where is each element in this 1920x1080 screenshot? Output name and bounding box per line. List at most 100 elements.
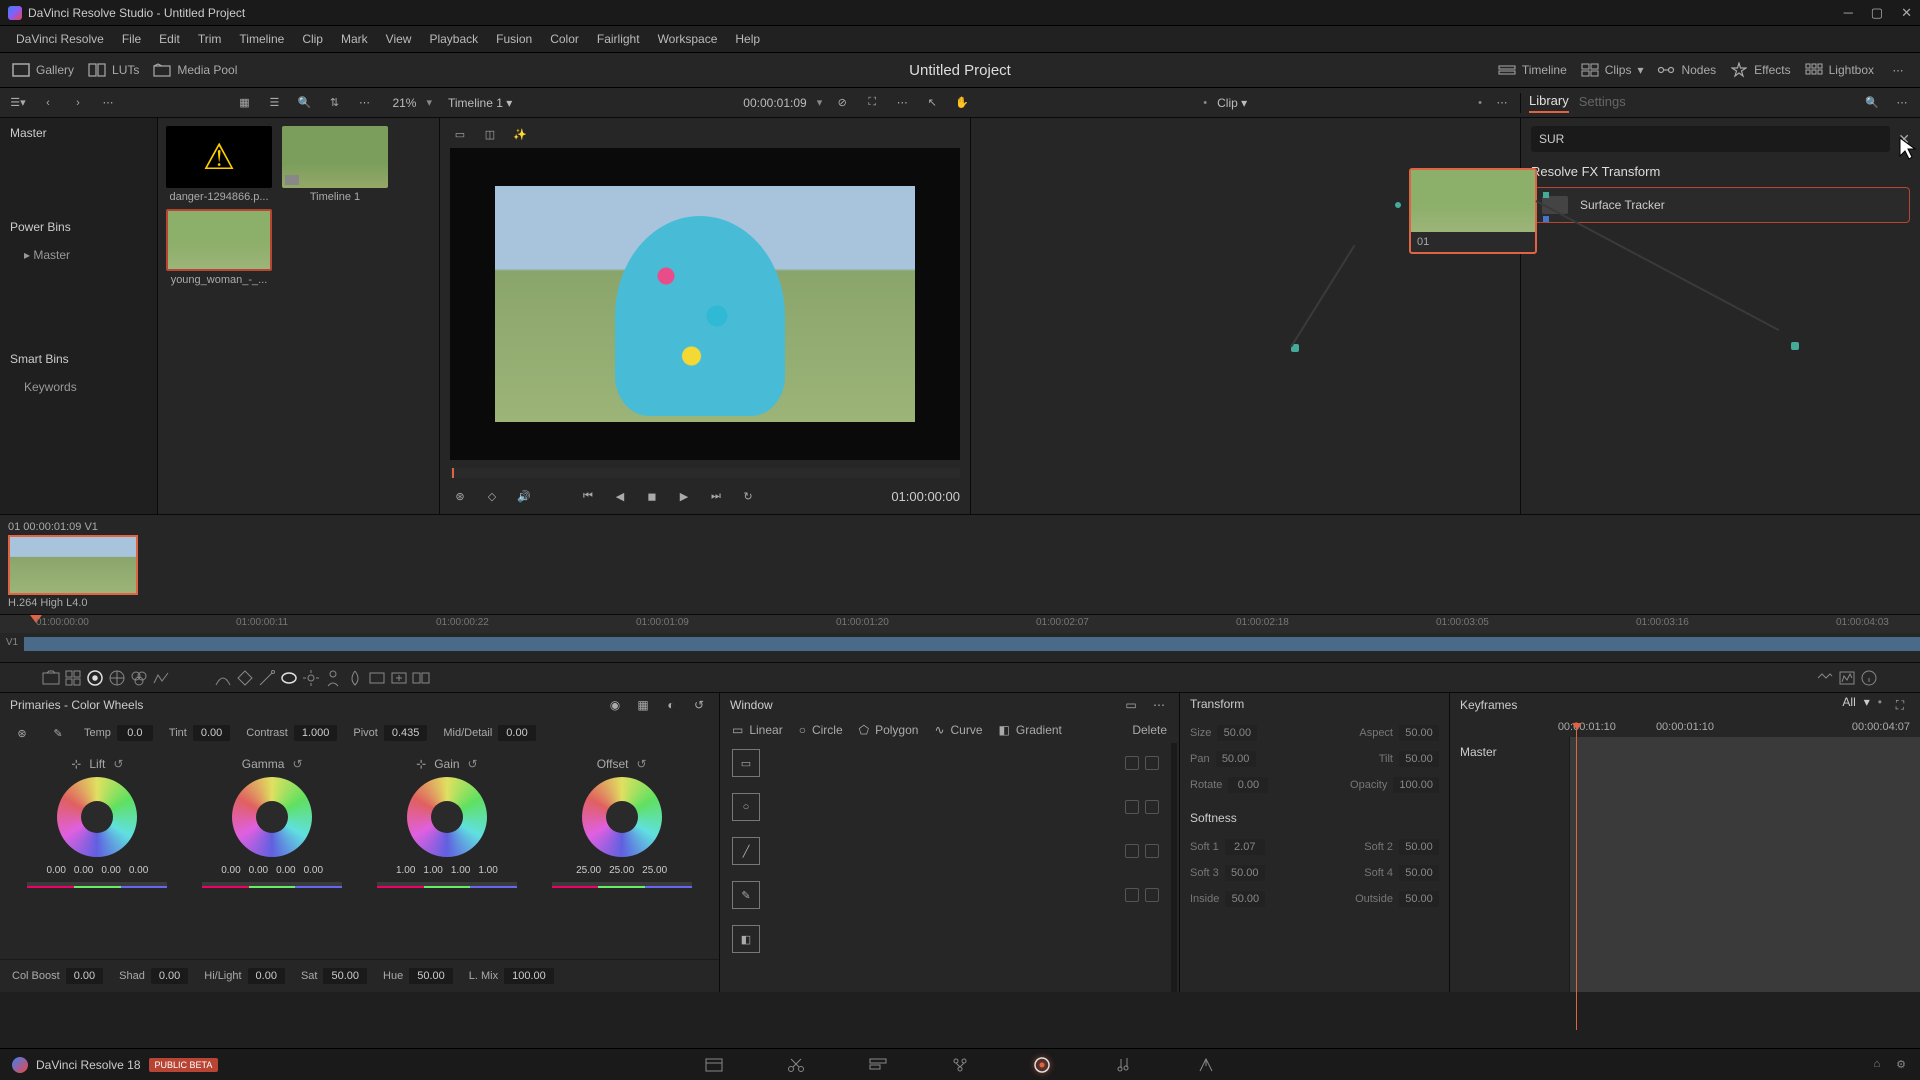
gallery-toggle[interactable]: Gallery	[12, 63, 74, 77]
menu-mark[interactable]: Mark	[333, 28, 376, 50]
lift-reset-icon[interactable]: ↺	[113, 757, 123, 771]
shape-row-rect[interactable]: ▭	[732, 749, 1159, 777]
circle-shape-button[interactable]: ○Circle	[799, 723, 843, 737]
lift-picker-icon[interactable]: ⊹	[71, 757, 81, 771]
tracker-icon[interactable]	[300, 667, 322, 689]
mute-icon[interactable]: 🔊	[514, 486, 534, 506]
gamma-reset-icon[interactable]: ↺	[292, 757, 302, 771]
offset-wheel[interactable]	[582, 777, 662, 857]
viewer-opts-icon[interactable]: ⋯	[892, 93, 912, 113]
menu-fairlight[interactable]: Fairlight	[589, 28, 648, 50]
output-dot[interactable]	[1791, 342, 1799, 350]
thumb-clip[interactable]: young_woman_-_...	[166, 209, 272, 286]
timeline-select[interactable]: Timeline 1 ▾	[448, 96, 512, 110]
shape-row-circle[interactable]: ○	[732, 793, 1159, 821]
viewer-timecode[interactable]: 00:00:01:09	[743, 96, 806, 110]
window-opts-icon[interactable]: ⋯	[1149, 695, 1169, 715]
timeline-toggle[interactable]: Timeline	[1498, 63, 1567, 77]
curves-icon[interactable]	[212, 667, 234, 689]
window-preset-icon[interactable]: ▭	[1121, 695, 1141, 715]
effects-toggle[interactable]: Effects	[1730, 63, 1790, 77]
panel-menu-icon[interactable]: ☰▾	[8, 93, 28, 113]
menu-timeline[interactable]: Timeline	[231, 28, 292, 50]
menu-workspace[interactable]: Workspace	[650, 28, 726, 50]
luts-toggle[interactable]: LUTs	[88, 63, 139, 77]
zoom-percent[interactable]: 21%	[392, 96, 416, 110]
keyframe-track[interactable]	[1570, 737, 1920, 992]
fusion-page-icon[interactable]	[949, 1054, 971, 1076]
menu-view[interactable]: View	[378, 28, 420, 50]
blur-icon[interactable]	[344, 667, 366, 689]
dots-icon[interactable]: ⋯	[98, 93, 118, 113]
library-search-input[interactable]	[1531, 126, 1890, 152]
kf-master[interactable]: Master	[1460, 745, 1497, 759]
temp-value[interactable]: 0.0	[117, 725, 153, 741]
view-list-icon[interactable]: ☰	[264, 93, 284, 113]
library-item-surface-tracker[interactable]: Surface Tracker	[1531, 187, 1910, 223]
sat-value[interactable]: 50.00	[323, 968, 367, 984]
deliver-page-icon[interactable]	[1195, 1054, 1217, 1076]
node-opts-icon[interactable]: ⋯	[1492, 93, 1512, 113]
highlight-icon[interactable]: ▭	[450, 124, 470, 144]
cut-page-icon[interactable]	[785, 1054, 807, 1076]
hue-value[interactable]: 50.00	[409, 968, 453, 984]
key-icon[interactable]	[366, 667, 388, 689]
viewer-scrubber[interactable]	[450, 468, 960, 478]
menu-file[interactable]: File	[114, 28, 149, 50]
pointer-icon[interactable]: ↖	[922, 93, 942, 113]
sort-icon[interactable]: ⇅	[324, 93, 344, 113]
stop-icon[interactable]: ◼	[642, 486, 662, 506]
qualifier-icon[interactable]	[256, 667, 278, 689]
aspect-value[interactable]: 50.00	[1399, 725, 1439, 741]
play-icon[interactable]: ▶	[674, 486, 694, 506]
menu-color[interactable]: Color	[542, 28, 587, 50]
search-icon[interactable]: 🔍	[294, 93, 314, 113]
curve-shape-button[interactable]: ∿Curve	[934, 723, 982, 737]
motion-icon[interactable]	[150, 667, 172, 689]
last-frame-icon[interactable]: ⏭	[706, 486, 726, 506]
keywords-bin[interactable]: Keywords	[10, 380, 147, 394]
warper-icon[interactable]	[234, 667, 256, 689]
linear-shape-button[interactable]: ▭Linear	[732, 723, 783, 737]
nav-fwd-icon[interactable]: ›	[68, 93, 88, 113]
power-master[interactable]: ▸ Master	[10, 248, 147, 262]
hilight-value[interactable]: 0.00	[248, 968, 285, 984]
nav-back-icon[interactable]: ‹	[38, 93, 58, 113]
3d-icon[interactable]	[410, 667, 432, 689]
first-frame-icon[interactable]: ⏮	[578, 486, 598, 506]
rgb-mixer-icon[interactable]	[128, 667, 150, 689]
log-mode-icon[interactable]: ◐	[661, 695, 681, 715]
pan-value[interactable]: 50.00	[1216, 751, 1256, 767]
fx-bypass-icon[interactable]: ⊛	[450, 486, 470, 506]
step-back-icon[interactable]: ◀	[610, 486, 630, 506]
menu-edit[interactable]: Edit	[151, 28, 188, 50]
nodes-toggle[interactable]: Nodes	[1657, 63, 1716, 77]
master-bin[interactable]: Master	[10, 126, 147, 140]
node-01[interactable]: 01	[1409, 168, 1537, 254]
gamma-wheel[interactable]	[232, 777, 312, 857]
color-page-icon[interactable]	[1031, 1054, 1053, 1076]
smart-bins[interactable]: Smart Bins	[10, 352, 147, 366]
media-page-icon[interactable]	[703, 1054, 725, 1076]
reset-primaries-icon[interactable]: ↺	[689, 695, 709, 715]
mediapool-toggle[interactable]: Media Pool	[153, 63, 237, 77]
sizing-icon[interactable]	[388, 667, 410, 689]
clips-toggle[interactable]: Clips▾	[1581, 63, 1644, 77]
gain-wheel[interactable]	[407, 777, 487, 857]
menu-davinci[interactable]: DaVinci Resolve	[8, 28, 112, 50]
view-thumb-icon[interactable]: ▦	[234, 93, 254, 113]
lmix-value[interactable]: 100.00	[504, 968, 554, 984]
delete-shape-button[interactable]: Delete	[1132, 723, 1167, 737]
middetail-value[interactable]: 0.00	[498, 725, 535, 741]
node-graph[interactable]: 01	[970, 118, 1520, 514]
auto-balance-icon[interactable]: ⊛	[12, 723, 32, 743]
menu-clip[interactable]: Clip	[294, 28, 331, 50]
expand-icon[interactable]: ⛶	[862, 93, 882, 113]
keyframes-all[interactable]: All	[1842, 695, 1855, 715]
gain-picker-icon[interactable]: ⊹	[416, 757, 426, 771]
tint-value[interactable]: 0.00	[193, 725, 230, 741]
project-settings-icon[interactable]: ⚙	[1896, 1058, 1906, 1071]
gain-reset-icon[interactable]: ↺	[468, 757, 478, 771]
loop-icon[interactable]: ↻	[738, 486, 758, 506]
wheels-icon[interactable]	[84, 667, 106, 689]
